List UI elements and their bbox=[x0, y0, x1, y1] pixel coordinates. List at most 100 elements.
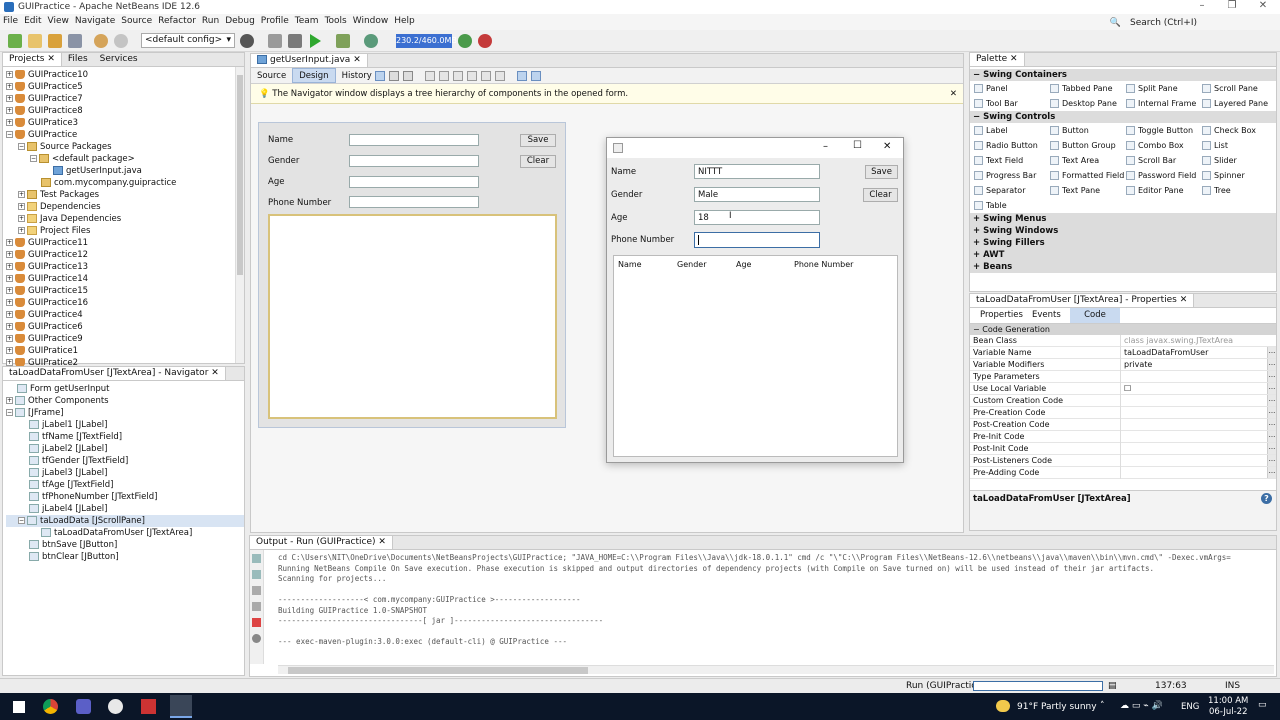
property-row[interactable]: Pre-Init Code... bbox=[970, 431, 1276, 443]
tray-icons[interactable]: ☁ ▭ ⌁ 🔊 bbox=[1120, 701, 1163, 711]
menu-navigate[interactable]: Navigate bbox=[72, 14, 118, 26]
tfphonenumber-field[interactable] bbox=[349, 196, 479, 208]
expand-icon[interactable]: + bbox=[973, 262, 983, 272]
align-left-icon[interactable] bbox=[425, 71, 435, 81]
close-tab-icon[interactable]: ✕ bbox=[378, 537, 386, 547]
palette-item[interactable]: Password Field bbox=[1126, 168, 1196, 183]
resume-icon[interactable] bbox=[252, 586, 261, 595]
rerun-goals-icon[interactable] bbox=[252, 570, 261, 579]
cancel-progress-icon[interactable]: ▤ bbox=[1108, 681, 1117, 691]
property-value[interactable] bbox=[1120, 371, 1258, 383]
app-name-field[interactable]: NITTT bbox=[694, 164, 820, 179]
palette-section[interactable]: + Swing Windows bbox=[970, 225, 1276, 237]
language-indicator[interactable]: ENG bbox=[1181, 702, 1199, 712]
expand-icon[interactable]: + bbox=[6, 71, 13, 78]
property-value[interactable] bbox=[1120, 467, 1258, 479]
close-tab-icon[interactable]: ✕ bbox=[1010, 54, 1018, 64]
redo-icon[interactable] bbox=[114, 34, 128, 48]
weather-text[interactable]: 91°F Partly sunny bbox=[1017, 702, 1097, 712]
property-row[interactable]: Type Parameters... bbox=[970, 371, 1276, 383]
tree-item[interactable]: + GUIPractice12 bbox=[6, 249, 244, 261]
stop-icon[interactable] bbox=[478, 34, 492, 48]
tab-files[interactable]: Files bbox=[62, 53, 94, 66]
clock-date[interactable]: 06-Jul-22 bbox=[1209, 707, 1248, 717]
navigator-item[interactable]: btnSave [JButton] bbox=[6, 539, 244, 551]
property-row[interactable]: Post-Init Code... bbox=[970, 443, 1276, 455]
property-value[interactable]: taLoadDataFromUser bbox=[1120, 347, 1258, 359]
profile-icon[interactable] bbox=[364, 34, 378, 48]
projects-scrollbar[interactable] bbox=[235, 67, 244, 363]
stop-run-icon[interactable] bbox=[252, 618, 261, 627]
property-value[interactable]: ☐ bbox=[1120, 383, 1258, 395]
tab-properties[interactable]: Properties bbox=[974, 308, 1029, 323]
palette-item[interactable]: Button Group bbox=[1050, 138, 1116, 153]
more-icon[interactable]: ... bbox=[1267, 443, 1276, 454]
tree-item[interactable]: + Project Files bbox=[6, 225, 244, 237]
connection-mode-icon[interactable] bbox=[389, 71, 399, 81]
more-icon[interactable]: ... bbox=[1267, 467, 1276, 478]
expand-icon[interactable]: + bbox=[6, 359, 13, 366]
app-minimize-icon[interactable]: – bbox=[823, 141, 828, 152]
expand-icon[interactable]: + bbox=[6, 311, 13, 318]
navigator-item[interactable]: + Other Components bbox=[6, 395, 244, 407]
navigator-item[interactable]: Form getUserInput bbox=[6, 383, 244, 395]
palette-item[interactable]: Tool Bar bbox=[974, 96, 1018, 111]
expand-icon[interactable]: + bbox=[6, 335, 13, 342]
tree-item[interactable]: − GUIPractice bbox=[6, 129, 244, 141]
tab-events[interactable]: Events bbox=[1026, 308, 1067, 323]
more-icon[interactable]: ... bbox=[1267, 347, 1276, 358]
more-icon[interactable]: ... bbox=[1267, 359, 1276, 370]
tab-source[interactable]: Source bbox=[251, 69, 292, 84]
tree-item[interactable]: + GUIPratice3 bbox=[6, 117, 244, 129]
more-icon[interactable]: ... bbox=[1267, 407, 1276, 418]
teams-icon[interactable] bbox=[76, 699, 91, 714]
form-label[interactable]: Name bbox=[268, 135, 293, 145]
rerun-icon[interactable] bbox=[252, 554, 261, 563]
property-value[interactable]: class javax.swing.JTextArea bbox=[1120, 335, 1258, 347]
menu-window[interactable]: Window bbox=[350, 14, 392, 26]
palette-item[interactable]: Combo Box bbox=[1126, 138, 1184, 153]
app-icon[interactable] bbox=[108, 699, 123, 714]
app-age-field[interactable]: 18 I bbox=[694, 210, 820, 225]
tray-chevron-icon[interactable]: ˄ bbox=[1100, 701, 1105, 711]
resize-horizontal-icon[interactable] bbox=[517, 71, 527, 81]
expand-icon[interactable]: + bbox=[6, 251, 13, 258]
property-row[interactable]: Bean Class class javax.swing.JTextArea bbox=[970, 335, 1276, 347]
palette-item[interactable]: Text Pane bbox=[1050, 183, 1100, 198]
expand-icon[interactable]: + bbox=[6, 83, 13, 90]
pdf-icon[interactable] bbox=[141, 699, 156, 714]
memory-indicator[interactable]: 230.2/460.0MB bbox=[396, 34, 457, 48]
search-box[interactable]: 🔍 Search (Ctrl+I) bbox=[1107, 16, 1200, 28]
tree-item[interactable]: + GUIPractice10 bbox=[6, 69, 244, 81]
build-icon[interactable] bbox=[240, 34, 254, 48]
align-bottom-icon[interactable] bbox=[481, 71, 491, 81]
property-value[interactable] bbox=[1120, 395, 1258, 407]
collapse-icon[interactable]: − bbox=[6, 131, 13, 138]
open-project-icon[interactable] bbox=[48, 34, 62, 48]
palette-item[interactable]: Toggle Button bbox=[1126, 123, 1193, 138]
tree-item[interactable]: + GUIPractice15 bbox=[6, 285, 244, 297]
tab-history[interactable]: History bbox=[336, 69, 378, 84]
expand-icon[interactable]: + bbox=[6, 275, 13, 282]
close-tab-icon[interactable]: ✕ bbox=[353, 55, 361, 65]
palette-item[interactable]: Tree bbox=[1202, 183, 1231, 198]
property-row[interactable]: Custom Creation Code... bbox=[970, 395, 1276, 407]
tree-item[interactable]: + GUIPractice9 bbox=[6, 333, 244, 345]
collapse-icon[interactable]: − bbox=[973, 70, 983, 80]
palette-item[interactable]: Scroll Pane bbox=[1202, 81, 1258, 96]
navigator-item[interactable]: tfName [JTextField] bbox=[6, 431, 244, 443]
expand-icon[interactable]: + bbox=[6, 287, 13, 294]
palette-item[interactable]: Separator bbox=[974, 183, 1026, 198]
collapse-icon[interactable]: − bbox=[973, 112, 983, 122]
menu-refactor[interactable]: Refactor bbox=[155, 14, 199, 26]
tfgender-field[interactable] bbox=[349, 155, 479, 167]
tab-projects[interactable]: Projects ✕ bbox=[3, 53, 62, 66]
expand-icon[interactable]: + bbox=[18, 227, 25, 234]
tree-item[interactable]: − <default package> bbox=[6, 153, 244, 165]
menu-profile[interactable]: Profile bbox=[258, 14, 292, 26]
form-label[interactable]: Gender bbox=[268, 156, 299, 166]
property-row[interactable]: Variable Name taLoadDataFromUser... bbox=[970, 347, 1276, 359]
clean-build-icon[interactable] bbox=[268, 34, 282, 48]
navigator-item[interactable]: tfGender [JTextField] bbox=[6, 455, 244, 467]
property-row[interactable]: Use Local Variable ☐... bbox=[970, 383, 1276, 395]
